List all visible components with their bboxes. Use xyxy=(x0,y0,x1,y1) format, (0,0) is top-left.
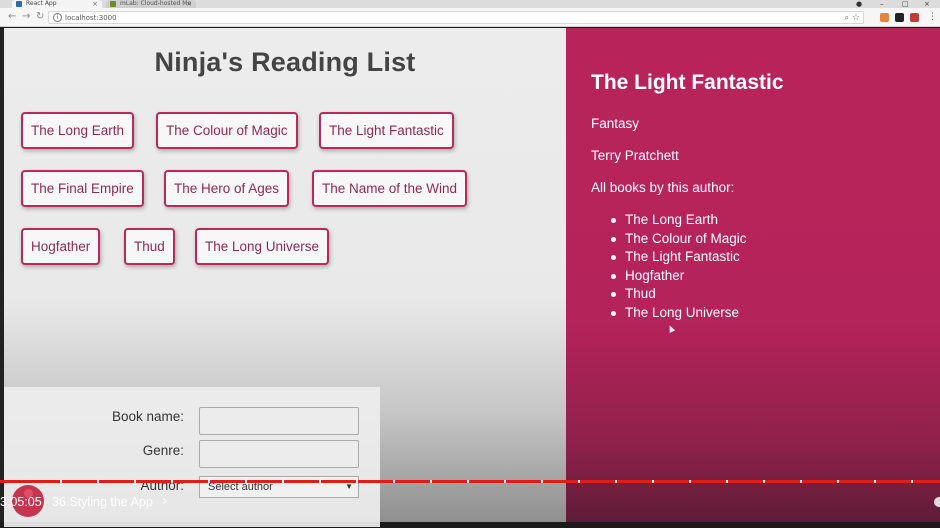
extension-icon[interactable] xyxy=(880,13,889,22)
book-item[interactable]: The Hero of Ages xyxy=(164,170,290,207)
url-text[interactable]: localhost:3000 xyxy=(65,12,117,24)
site-info-icon[interactable]: i xyxy=(53,13,62,22)
chapter-marker xyxy=(504,480,506,483)
book-details-title: The Light Fantastic xyxy=(591,71,784,94)
book-details-panel: The Light Fantastic Fantasy Terry Pratch… xyxy=(566,28,940,522)
chapter-marker xyxy=(763,480,765,483)
book-author: Terry Pratchett xyxy=(591,148,679,163)
author-books-heading: All books by this author: xyxy=(591,180,735,195)
genre-label: Genre: xyxy=(142,443,184,458)
chapter-marker xyxy=(319,480,321,483)
chapter-marker xyxy=(874,480,876,483)
list-item: The Long Universe xyxy=(606,304,747,323)
book-item[interactable]: The Long Universe xyxy=(195,228,330,265)
chapter-marker xyxy=(615,480,617,483)
browser-tab-react-app[interactable]: React App × xyxy=(12,0,102,8)
main-panel: Ninja's Reading List The Long Earth The … xyxy=(4,28,566,527)
zoom-icon[interactable]: ⌕ xyxy=(845,12,849,24)
chapter-marker xyxy=(800,480,802,483)
chapter-marker xyxy=(689,480,691,483)
chapter-marker xyxy=(282,480,284,483)
list-item: The Colour of Magic xyxy=(606,230,747,249)
chapter-marker xyxy=(356,480,358,483)
browser-menu-icon[interactable]: ⋮ xyxy=(928,12,937,22)
close-tab-icon[interactable]: × xyxy=(92,0,98,8)
list-item: The Light Fantastic xyxy=(606,248,747,267)
browser-tab-mlab[interactable]: mLab: Cloud-hosted Mo × xyxy=(106,0,196,8)
close-window-icon[interactable]: × xyxy=(924,0,930,8)
settings-dot-icon[interactable] xyxy=(934,497,940,507)
app-page: Ninja's Reading List The Long Earth The … xyxy=(4,28,940,527)
extension-icon[interactable] xyxy=(895,13,904,22)
book-item[interactable]: The Name of the Wind xyxy=(312,170,468,207)
chapter-marker xyxy=(911,480,913,483)
book-item[interactable]: Thud xyxy=(124,228,175,265)
book-item[interactable]: The Final Empire xyxy=(21,170,144,207)
author-books-list: The Long Earth The Colour of Magic The L… xyxy=(606,211,747,322)
chapter-marker xyxy=(652,480,654,483)
page-title: Ninja's Reading List xyxy=(154,47,416,77)
genre-input[interactable] xyxy=(199,440,359,468)
reload-icon[interactable]: ↻ xyxy=(36,11,44,23)
video-time: 3:05:05 xyxy=(0,495,42,509)
list-item: Thud xyxy=(606,285,747,304)
mlab-favicon-icon xyxy=(110,1,116,7)
chapter-marker xyxy=(578,480,580,483)
chapter-marker xyxy=(837,480,839,483)
minimize-icon[interactable]: – xyxy=(880,0,884,8)
react-favicon-icon xyxy=(16,1,22,7)
book-name-label: Book name: xyxy=(111,409,184,424)
browser-tab-strip: React App × mLab: Cloud-hosted Mo × ● – … xyxy=(0,0,940,8)
book-item[interactable]: The Light Fantastic xyxy=(319,112,454,149)
book-item[interactable]: The Colour of Magic xyxy=(156,112,298,149)
address-bar[interactable]: i localhost:3000 ⌕ ☆ xyxy=(48,11,864,24)
chapter-title[interactable]: 36.Styling the App xyxy=(52,495,153,509)
chapter-marker xyxy=(171,480,173,483)
tab-title: React App xyxy=(26,0,57,7)
chapter-marker xyxy=(726,480,728,483)
book-genre: Fantasy xyxy=(591,116,640,131)
maximize-icon[interactable]: □ xyxy=(902,0,909,8)
extension-icon[interactable] xyxy=(910,13,919,22)
chapter-marker xyxy=(393,480,395,483)
chapter-marker xyxy=(134,480,136,483)
tab-title: mLab: Cloud-hosted Mo xyxy=(120,0,192,7)
address-toolbar: ← → ↻ i localhost:3000 ⌕ ☆ ⋮ xyxy=(0,8,940,27)
chapter-marker xyxy=(430,480,432,483)
profile-icon[interactable]: ● xyxy=(856,0,862,8)
close-tab-icon[interactable]: × xyxy=(186,0,192,8)
video-progress-bar[interactable] xyxy=(0,480,940,483)
forward-icon[interactable]: → xyxy=(22,11,30,23)
list-item: Hogfather xyxy=(606,267,747,286)
bookmark-star-icon[interactable]: ☆ xyxy=(852,12,860,24)
book-item[interactable]: The Long Earth xyxy=(21,112,135,149)
chapter-marker xyxy=(467,480,469,483)
book-item[interactable]: Hogfather xyxy=(21,228,101,265)
chevron-right-icon[interactable]: › xyxy=(162,493,168,509)
chapter-marker xyxy=(245,480,247,483)
chapter-marker xyxy=(60,480,62,483)
back-icon[interactable]: ← xyxy=(8,11,16,23)
chapter-marker xyxy=(541,480,543,483)
list-item: The Long Earth xyxy=(606,211,747,230)
chapter-marker xyxy=(208,480,210,483)
book-name-input[interactable] xyxy=(199,407,359,435)
chapter-marker xyxy=(97,480,99,483)
